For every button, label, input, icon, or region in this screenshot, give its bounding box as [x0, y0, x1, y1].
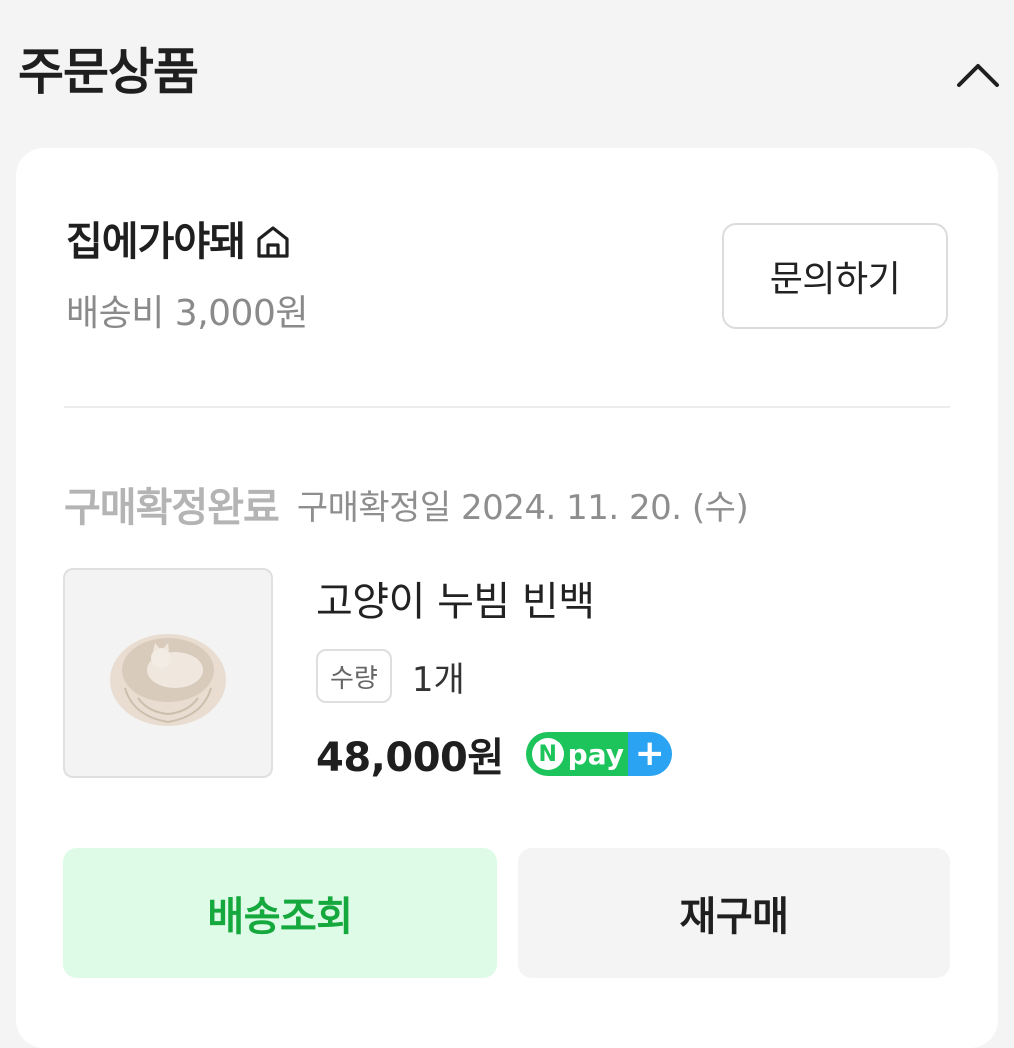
product-image: [110, 634, 226, 726]
npay-logo-text: pay: [567, 737, 624, 771]
seller-info: 집에가야돼: [66, 212, 295, 272]
reorder-button[interactable]: 재구매: [518, 848, 950, 978]
order-status: 구매확정완료: [64, 485, 280, 531]
divider: [64, 406, 950, 408]
home-icon[interactable]: [251, 220, 295, 264]
section-header: 주문상품: [0, 0, 1014, 148]
product-name[interactable]: 고양이 누빔 빈백: [316, 574, 595, 630]
product-thumbnail[interactable]: [63, 568, 273, 778]
quantity-row: 수량 1개: [316, 648, 465, 704]
order-status-row: 구매확정완료 구매확정일 2024. 11. 20. (수): [64, 474, 749, 534]
chevron-up-icon: [957, 64, 999, 87]
plus-icon: +: [634, 733, 665, 774]
product-price: 48,000원: [316, 735, 504, 781]
npay-plus-badge: N pay +: [525, 732, 672, 776]
section-title: 주문상품: [18, 43, 199, 101]
price-row: 48,000원 N pay +: [316, 726, 672, 782]
npay-logo-n: N: [531, 738, 564, 770]
quantity-label: 수량: [316, 649, 392, 703]
seller-name[interactable]: 집에가야돼: [66, 212, 246, 272]
shipping-fee: 배송비 3,000원: [66, 293, 308, 334]
inquiry-button[interactable]: 문의하기: [722, 223, 948, 329]
confirm-date: 구매확정일 2024. 11. 20. (수): [296, 487, 749, 528]
collapse-button[interactable]: [950, 48, 1006, 100]
track-delivery-button[interactable]: 배송조회: [63, 848, 497, 978]
quantity-value: 1개: [411, 659, 465, 700]
